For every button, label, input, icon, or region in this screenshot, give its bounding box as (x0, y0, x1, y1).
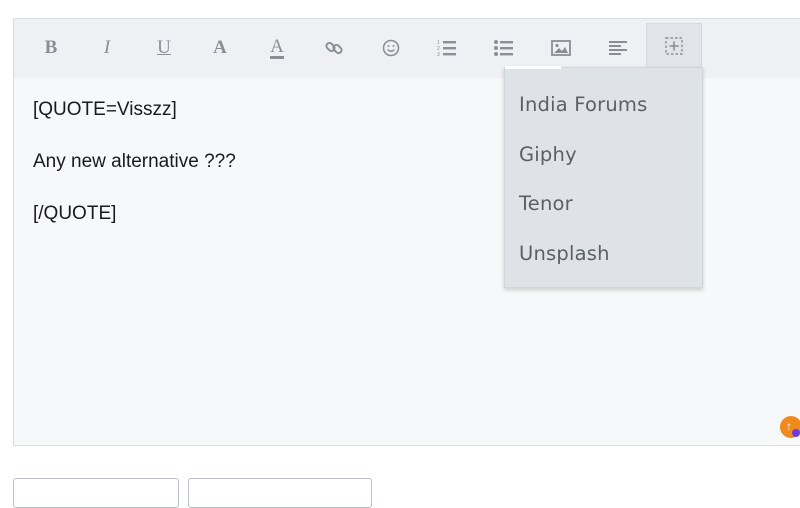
smiley-icon (382, 39, 400, 57)
emoji-button[interactable] (371, 28, 411, 68)
text-color-button[interactable]: A (257, 28, 297, 68)
font-size-icon: A (213, 37, 227, 58)
menu-item-giphy[interactable]: Giphy (519, 143, 577, 166)
text-color-icon: A (270, 35, 284, 59)
preview-button[interactable] (188, 478, 372, 508)
ordered-list-button[interactable]: 1 2 3 (427, 28, 467, 68)
align-icon (609, 41, 627, 55)
menu-item-unsplash[interactable]: Unsplash (519, 242, 610, 265)
underline-icon: U (157, 37, 171, 58)
insert-media-dropdown: India Forums Giphy Tenor Unsplash (504, 66, 703, 288)
submit-button[interactable] (13, 478, 179, 508)
bold-button[interactable]: B (31, 28, 71, 68)
bold-icon: B (44, 37, 58, 58)
notification-dot (792, 429, 800, 437)
unordered-list-icon (494, 40, 513, 56)
font-size-button[interactable]: A (200, 28, 240, 68)
link-button[interactable] (314, 28, 354, 68)
menu-connector (505, 66, 561, 69)
insert-media-button[interactable] (646, 23, 702, 68)
menu-item-tenor[interactable]: Tenor (519, 192, 573, 215)
image-icon (551, 40, 571, 56)
svg-text:3: 3 (437, 52, 440, 57)
unordered-list-button[interactable] (484, 28, 524, 68)
image-button[interactable] (541, 28, 581, 68)
underline-button[interactable]: U (144, 28, 184, 68)
align-button[interactable] (598, 28, 638, 68)
italic-button[interactable]: I (87, 28, 127, 68)
insert-media-icon (665, 37, 683, 55)
ordered-list-icon: 1 2 3 (437, 40, 456, 57)
link-icon (325, 41, 343, 55)
menu-item-india-forums[interactable]: India Forums (519, 93, 647, 116)
italic-icon: I (103, 37, 111, 58)
extension-badge-icon[interactable]: ↑ (780, 416, 800, 438)
